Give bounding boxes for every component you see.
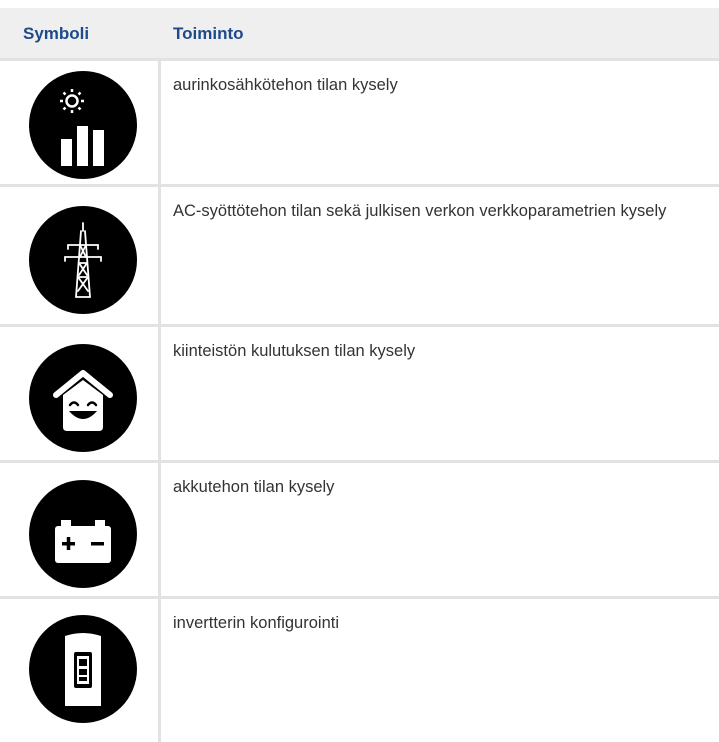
row-function-text: kiinteistön kulutuksen tilan kysely <box>173 342 416 360</box>
table-row: aurinkosähkötehon tilan kysely <box>0 61 719 187</box>
table-row: kiinteistön kulutuksen tilan kysely <box>0 327 719 463</box>
header-symbol: Symboli <box>23 24 90 43</box>
power-pylon-icon <box>28 205 138 315</box>
row-function-text: invertterin konfigurointi <box>173 614 339 632</box>
battery-icon <box>28 479 138 589</box>
table-row: akkutehon tilan kysely <box>0 463 719 599</box>
row-function-text: aurinkosähkötehon tilan kysely <box>173 76 398 94</box>
header-function: Toiminto <box>173 24 244 43</box>
table-row: invertterin konfigurointi <box>0 599 719 742</box>
row-function-text: AC-syöttötehon tilan sekä julkisen verko… <box>173 202 667 220</box>
table-header: Symboli Toiminto <box>0 8 719 61</box>
house-consumption-icon <box>28 343 138 453</box>
inverter-icon <box>28 614 138 724</box>
solar-power-icon <box>28 70 138 180</box>
row-function-text: akkutehon tilan kysely <box>173 478 335 496</box>
table-row: AC-syöttötehon tilan sekä julkisen verko… <box>0 187 719 327</box>
